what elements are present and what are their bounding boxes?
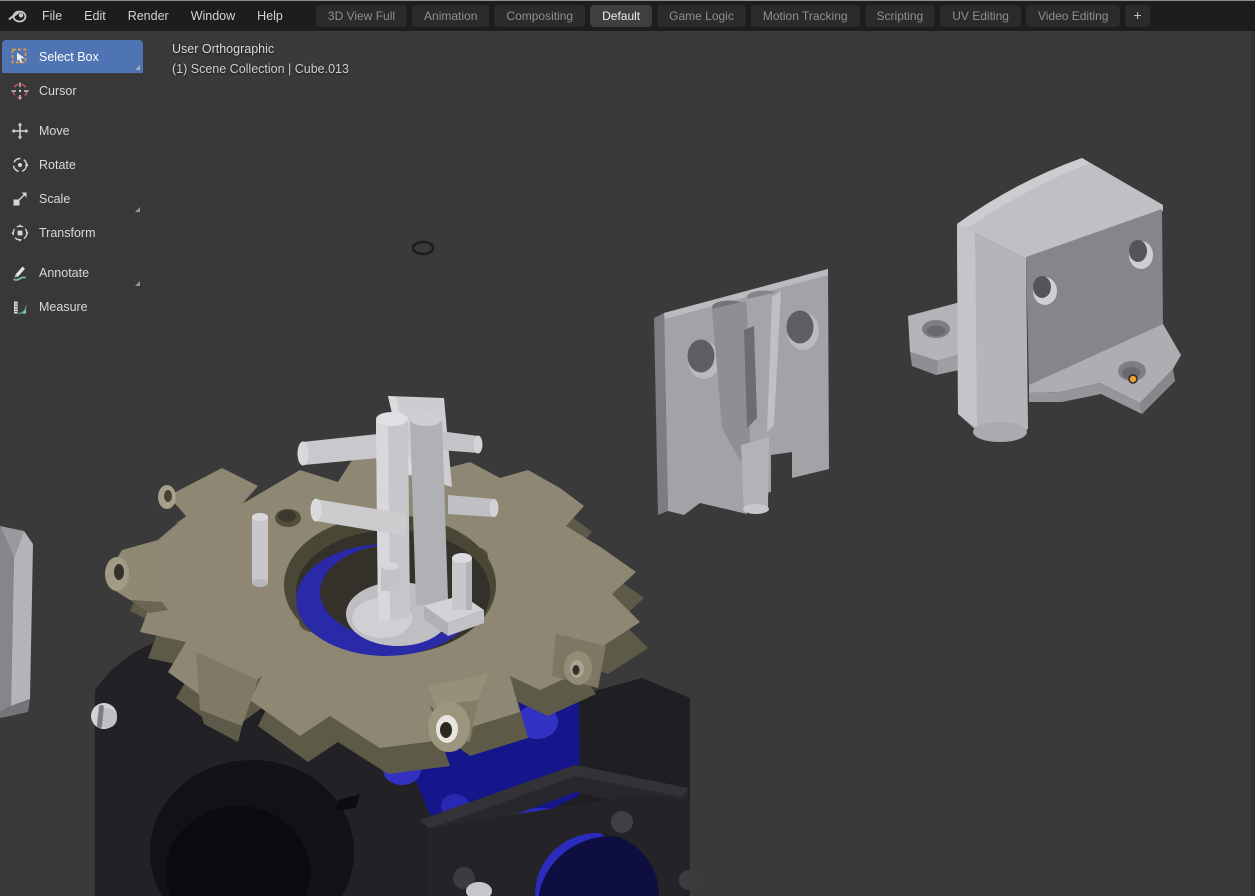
tool-label: Rotate xyxy=(39,158,76,172)
menu-edit[interactable]: Edit xyxy=(73,9,117,23)
tool-label: Annotate xyxy=(39,266,89,280)
blender-logo-icon[interactable] xyxy=(7,7,29,25)
viewport-right-edge xyxy=(1251,31,1255,896)
menu-window[interactable]: Window xyxy=(180,9,246,23)
menu-file[interactable]: File xyxy=(31,9,73,23)
viewport-overlay: User Orthographic (1) Scene Collection |… xyxy=(172,39,349,79)
tool-shelf: Select Box Cursor Move Rotate Scale Transform… xyxy=(2,40,143,324)
tab-animation[interactable]: Animation xyxy=(412,5,489,27)
menu-render[interactable]: Render xyxy=(117,9,180,23)
subtool-corner-indicator xyxy=(135,281,140,286)
viewport-3d-scene xyxy=(0,31,1255,896)
tool-label: Transform xyxy=(39,226,96,240)
subtool-corner-indicator xyxy=(135,207,140,212)
tool-label: Scale xyxy=(39,192,70,206)
tab-scripting[interactable]: Scripting xyxy=(865,5,936,27)
tool-cursor[interactable]: Cursor xyxy=(2,74,143,107)
tool-scale[interactable]: Scale xyxy=(2,182,143,215)
rotate-icon xyxy=(11,156,29,174)
viewport-3d[interactable]: User Orthographic (1) Scene Collection |… xyxy=(0,31,1255,896)
scale-icon xyxy=(11,190,29,208)
tab-video-editing[interactable]: Video Editing xyxy=(1026,5,1121,27)
blender-window: User Orthographic (1) Scene Collection |… xyxy=(0,0,1255,896)
tool-label: Measure xyxy=(39,300,88,314)
tab-motion-tracking[interactable]: Motion Tracking xyxy=(751,5,860,27)
add-workspace-button[interactable]: + xyxy=(1125,5,1149,27)
annotate-icon xyxy=(11,264,29,282)
transform-icon xyxy=(11,224,29,242)
breadcrumb: (1) Scene Collection | Cube.013 xyxy=(172,59,349,79)
subtool-corner-indicator xyxy=(135,65,140,70)
object-origin-marker[interactable] xyxy=(1129,375,1137,383)
measure-icon xyxy=(11,298,29,316)
cursor-icon xyxy=(11,82,29,100)
tool-transform[interactable]: Transform xyxy=(2,216,143,249)
workspace-tabs: 3D View FullAnimationCompositingDefaultG… xyxy=(316,5,1150,27)
tool-move[interactable]: Move xyxy=(2,114,143,147)
tab-compositing[interactable]: Compositing xyxy=(494,5,585,27)
menubar: FileEditRenderWindowHelp xyxy=(31,9,294,23)
topbar: FileEditRenderWindowHelp 3D View FullAni… xyxy=(0,0,1255,31)
tool-rotate[interactable]: Rotate xyxy=(2,148,143,181)
tool-label: Cursor xyxy=(39,84,77,98)
object-left-wedge[interactable] xyxy=(0,526,33,718)
object-wire-ring[interactable] xyxy=(413,242,433,254)
tool-label: Move xyxy=(39,124,70,138)
view-label: User Orthographic xyxy=(172,39,349,59)
tab-uv-editing[interactable]: UV Editing xyxy=(940,5,1021,27)
tab-game-logic[interactable]: Game Logic xyxy=(657,5,746,27)
tab-3d-view-full[interactable]: 3D View Full xyxy=(316,5,407,27)
tab-default[interactable]: Default xyxy=(590,5,652,27)
tool-annotate[interactable]: Annotate xyxy=(2,256,143,289)
move-icon xyxy=(11,122,29,140)
tool-label: Select Box xyxy=(39,50,99,64)
select-box-icon xyxy=(11,48,29,66)
tool-select-box[interactable]: Select Box xyxy=(2,40,143,73)
tool-measure[interactable]: Measure xyxy=(2,290,143,323)
menu-help[interactable]: Help xyxy=(246,9,294,23)
